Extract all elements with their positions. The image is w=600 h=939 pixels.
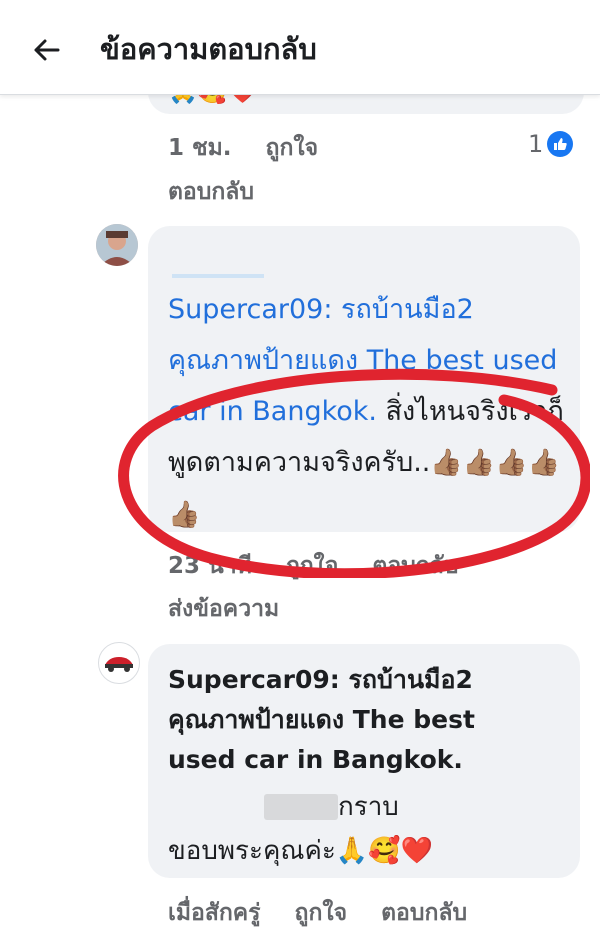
top-comment-reply-button[interactable]: ตอบกลับ (168, 174, 288, 210)
reply2-time: เมื่อสักครู่ (168, 900, 261, 926)
top-comment-reply-label: ตอบกลับ (168, 179, 254, 205)
reply2-reply-button[interactable]: ตอบกลับ (381, 895, 467, 931)
app-header: ข้อความตอบกลับ (0, 0, 600, 95)
reply2-line1: กราบ (338, 792, 399, 822)
reply2-thanks-text: ขอบพระคุณค่ะ (168, 836, 336, 866)
page-title: ข้อความตอบกลับ (100, 32, 317, 66)
mention-redaction (264, 794, 338, 820)
top-comment-actions: 1 ชม. ถูกใจ (168, 130, 352, 166)
top-comment-like-button[interactable]: ถูกใจ (266, 130, 319, 166)
reply1-avatar[interactable] (96, 224, 138, 266)
reaction-count: 1 (528, 130, 544, 158)
reply2-line2: ขอบพระคุณค่ะ 🙏🥰❤️ (168, 830, 433, 871)
reply1-send-message-button[interactable]: ส่งข้อความ (168, 591, 313, 627)
send-message-label: ส่งข้อความ (168, 596, 280, 622)
reply1-reply-button[interactable]: ตอบกลับ (372, 548, 458, 584)
reply2-bubble: Supercar09: รถบ้านมือ2 คุณภาพป้ายแดง The… (148, 644, 580, 878)
reply2-actions: เมื่อสักครู่ ถูกใจ ตอบกลับ (168, 895, 501, 931)
reply1-actions: 23 นาที ถูกใจ ตอบกลับ (168, 548, 492, 584)
reply2-like-button[interactable]: ถูกใจ (295, 895, 348, 931)
reply2-emojis: 🙏🥰❤️ (335, 835, 433, 866)
reply1-body: Supercar09: รถบ้านมือ2 คุณภาพป้ายแดง The… (168, 284, 564, 541)
page-logo-avatar[interactable] (98, 642, 140, 684)
reply1-bubble: Supercar09: รถบ้านมือ2 คุณภาพป้ายแดง The… (148, 226, 580, 532)
reaction-summary[interactable]: 1 (528, 130, 574, 158)
reply1-time: 23 นาที (168, 553, 252, 579)
top-comment-time: 1 ชม. (168, 135, 232, 161)
like-reaction-icon (547, 131, 574, 157)
reply1-like-button[interactable]: ถูกใจ (286, 548, 339, 584)
reply1-name-redaction (172, 262, 264, 278)
reply2-author[interactable]: Supercar09: รถบ้านมือ2 คุณภาพป้ายแดง The… (168, 660, 538, 780)
back-arrow-icon[interactable] (26, 30, 66, 70)
